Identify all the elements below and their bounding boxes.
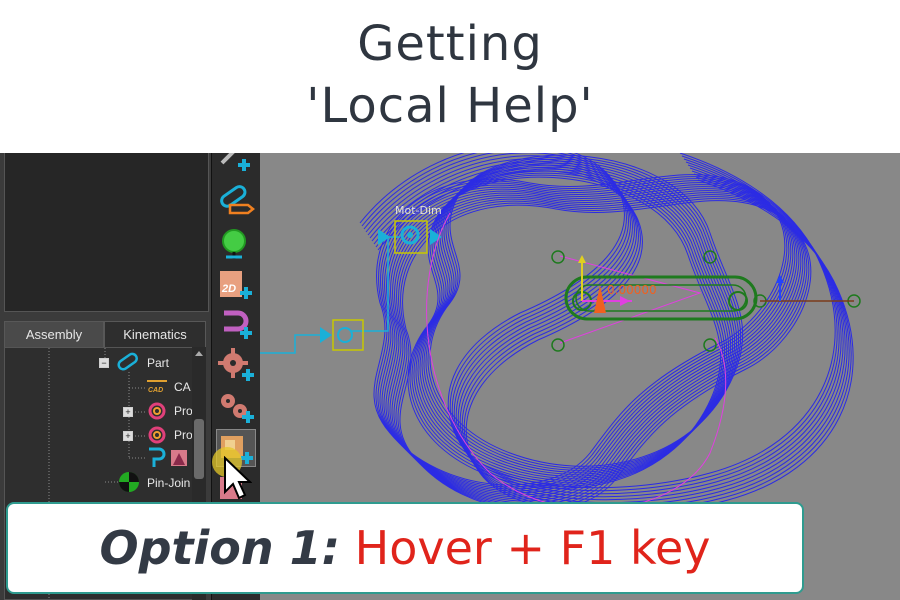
motion-dimension-label: Mot-Dim: [395, 204, 442, 217]
add-gear-icon[interactable]: [216, 345, 256, 383]
title-area: Getting 'Local Help': [0, 0, 900, 153]
option-callout: Option 1: Hover + F1 key: [6, 502, 804, 594]
input-marker-ring: [337, 327, 353, 343]
tree-item-pin-joint[interactable]: Pin-Join: [147, 476, 190, 490]
option-label: Option 1:: [99, 521, 341, 575]
tab-assembly[interactable]: Assembly: [4, 321, 104, 347]
title-line-2: 'Local Help': [306, 78, 594, 134]
add-magnet-icon[interactable]: [216, 305, 256, 343]
preview-pane: [4, 153, 209, 312]
x-axis-arrow-head: [620, 296, 630, 306]
axis-arrow-head: [776, 275, 784, 283]
property-ring-icon: [148, 402, 166, 420]
angle-value: 0.00000: [607, 283, 657, 297]
arrow-marker: [320, 327, 332, 343]
pin-joint-icon: [119, 472, 139, 492]
tree-item-property[interactable]: Pro: [174, 428, 193, 442]
svg-text:CAD: CAD: [148, 387, 163, 394]
add-link-icon[interactable]: [216, 153, 256, 181]
part-handle[interactable]: [703, 338, 717, 352]
title-line-1: Getting: [357, 16, 543, 72]
tree-item-part[interactable]: Part: [147, 356, 169, 370]
pin-shape-icon: [149, 447, 187, 467]
add-2d-part-icon[interactable]: 2D: [216, 265, 256, 303]
add-center-of-mass-icon[interactable]: [216, 223, 256, 261]
property-ring-icon: [148, 426, 166, 444]
scroll-thumb[interactable]: [194, 419, 204, 479]
tree-item-property[interactable]: Pro: [174, 404, 193, 418]
add-gear-pair-icon[interactable]: [216, 387, 256, 425]
option-action: Hover + F1 key: [354, 521, 711, 575]
panel-tabs: Assembly Kinematics: [4, 321, 207, 347]
motion-dimension-center: [407, 232, 413, 238]
y-axis-arrow-head: [578, 255, 586, 263]
add-part-link-icon[interactable]: [216, 179, 256, 217]
part-link-icon: [117, 352, 138, 371]
tree-item-cad[interactable]: CA: [174, 380, 191, 394]
tree-expander-collapse[interactable]: −: [99, 358, 109, 368]
part-handle[interactable]: [551, 338, 565, 352]
tab-kinematics[interactable]: Kinematics: [104, 321, 206, 347]
cad-icon: CAD: [147, 380, 167, 394]
tree-expander-expand[interactable]: +: [123, 407, 133, 417]
tree-expander-expand[interactable]: +: [123, 431, 133, 441]
svg-text:2D: 2D: [221, 283, 236, 295]
scroll-up-arrow-icon[interactable]: [195, 351, 203, 356]
mouse-cursor-icon: [224, 456, 252, 500]
